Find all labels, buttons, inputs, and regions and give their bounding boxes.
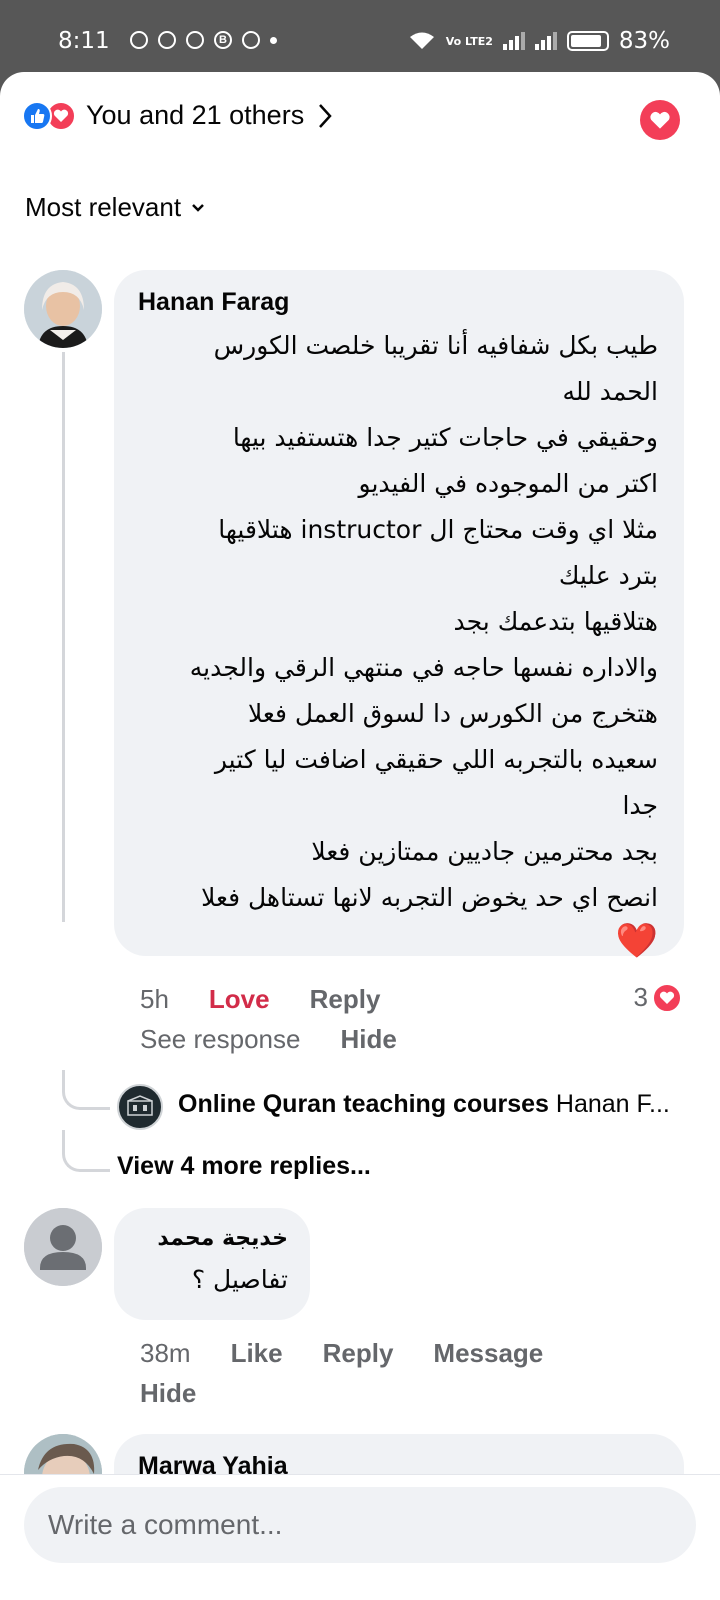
status-bar: 8:11 B Vo LTE2 83% [0, 0, 720, 72]
avatar[interactable] [24, 270, 102, 348]
battery-icon [566, 31, 609, 51]
love-react-button[interactable] [640, 100, 680, 140]
signal-1-icon [502, 32, 525, 50]
comment-bubble[interactable]: خديجة محمد تفاصيل ؟ [114, 1208, 310, 1320]
comment-line: اكتر من الموجوده في الفيديو [358, 469, 658, 498]
sort-label: Most relevant [25, 192, 182, 222]
view-more-connector [62, 1130, 110, 1172]
comment-author[interactable]: Hanan Farag [138, 288, 658, 317]
like-button[interactable]: Like [231, 1338, 283, 1369]
see-response-button[interactable]: See response [140, 1024, 300, 1055]
reply-connector [62, 1070, 110, 1110]
comment-line: هتلاقيها بتدعمك بجد [453, 607, 658, 636]
whatsapp-icon [186, 31, 204, 49]
comment-line: الحمد لله [562, 377, 658, 406]
plus-app-icon [158, 31, 176, 49]
chevron-down-icon [192, 203, 204, 212]
comment-line: بترد عليك [558, 561, 658, 590]
hide-button[interactable]: Hide [140, 1378, 196, 1409]
sort-dropdown[interactable]: Most relevant [25, 192, 205, 223]
view-more-replies[interactable]: View 4 more replies... [117, 1152, 371, 1181]
notification-icons: B [130, 31, 277, 49]
comment-secondary-actions: Hide [140, 1378, 196, 1409]
hide-button[interactable]: Hide [340, 1024, 396, 1055]
avatar[interactable] [24, 1208, 102, 1286]
message-button[interactable]: Message [433, 1338, 543, 1369]
comment-line: جدا [622, 791, 658, 820]
comment-author[interactable]: خديجة محمد [136, 1226, 288, 1251]
page-avatar[interactable] [117, 1084, 163, 1130]
wifi-icon [409, 32, 434, 49]
comment-line: وحقيقي في حاجات كتير جدا هتستفيد بيها [232, 423, 658, 452]
comment-bubble[interactable]: Hanan Farag طيب بكل شفافيه أنا تقريبا خل… [114, 270, 684, 961]
chevron-right-icon [319, 103, 332, 128]
comment-line: بجد محترمين جاديين ممتازين فعلا [311, 837, 658, 866]
reply-button[interactable]: Reply [323, 1338, 394, 1369]
status-time: 8:11 [58, 28, 110, 54]
comment-line: طيب بكل شفافيه أنا تقريبا خلصت الكورس [213, 331, 658, 360]
comment-actions: 38m Like Reply Message [140, 1338, 543, 1369]
play-app-icon [242, 31, 260, 49]
comment-time: 5h [140, 984, 169, 1014]
comment-line: مثلا اي وقت محتاج ال instructor هتلاقيها [218, 515, 658, 544]
battery-percent: 83% [618, 28, 670, 54]
comment-text: تفاصيل ؟ [191, 1265, 288, 1294]
love-count-icon [652, 982, 682, 1013]
like-reaction-icon [22, 100, 52, 131]
messenger-icon [130, 31, 148, 49]
comments-sheet: You and 21 others Most relevant Hanan Fa… [0, 72, 720, 1600]
thread-line [62, 352, 65, 922]
reply-button[interactable]: Reply [310, 984, 381, 1015]
comment-composer: Write a comment... [0, 1474, 720, 1600]
reply-author[interactable]: Online Quran teaching courses [178, 1090, 549, 1118]
comment-actions: 5h Love Reply [140, 984, 380, 1015]
reactions-summary[interactable]: You and 21 others [22, 100, 332, 131]
comment-input[interactable]: Write a comment... [24, 1487, 696, 1563]
more-notifications-icon [270, 36, 277, 44]
reactors-text[interactable]: You and 21 others [86, 100, 304, 131]
signal-2-icon [534, 32, 557, 50]
reply-preview[interactable]: Online Quran teaching courses Hanan F... [178, 1090, 688, 1119]
comment-line: انصح اي حد يخوض التجربه لانها تستاهل فعل… [201, 883, 658, 912]
comment-line: سعيده بالتجربه اللي حقيقي اضافت ليا كتير [214, 745, 658, 774]
comment-time: 38m [140, 1338, 191, 1368]
reaction-count[interactable]: 3 [634, 982, 682, 1013]
reaction-count-number: 3 [633, 982, 648, 1012]
comment-line: هتخرج من الكورس دا لسوق العمل فعلا [247, 699, 658, 728]
reply-text: Hanan F... [555, 1090, 670, 1118]
volte-icon: Vo LTE2 [445, 34, 493, 48]
heart-emoji: ❤️ [615, 921, 658, 961]
comment-secondary-actions: See response Hide [140, 1024, 397, 1055]
love-button[interactable]: Love [209, 984, 270, 1015]
comment-line: والاداره نفسها حاجه في منتهي الرقي والجد… [189, 653, 658, 682]
heart-icon [650, 111, 670, 129]
comment-text: طيب بكل شفافيه أنا تقريبا خلصت الكورس ال… [138, 323, 658, 961]
b-app-icon: B [214, 31, 232, 49]
